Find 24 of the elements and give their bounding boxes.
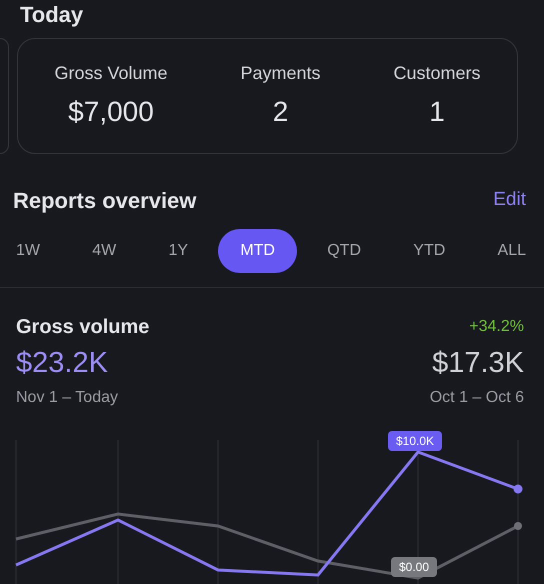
edit-link[interactable]: Edit: [493, 186, 526, 215]
date-range: Oct 1 – Oct 6: [430, 388, 524, 408]
date-range: Nov 1 – Today: [16, 388, 118, 408]
period-tab[interactable]: 4W: [70, 229, 138, 273]
period-tab[interactable]: QTD: [305, 229, 384, 273]
period-tab[interactable]: 1W: [0, 229, 62, 273]
change-percent: +34.2%: [469, 317, 524, 337]
stat-value: 2: [272, 94, 290, 128]
previous-total: $17.3K: [432, 346, 524, 381]
value-label: $0.00: [391, 556, 438, 576]
stat-label: Customers: [393, 62, 480, 84]
period-tab[interactable]: YTD: [391, 229, 468, 273]
stat-value: 1: [428, 94, 446, 128]
period-tab[interactable]: MTD: [218, 229, 297, 273]
period-tab[interactable]: ALL: [476, 229, 544, 273]
value-label: $10.0K: [388, 430, 442, 450]
period-tab[interactable]: 1Y: [146, 229, 210, 273]
stat-label: Gross Volume: [54, 62, 168, 84]
section-title: Today: [19, 1, 84, 29]
current-total: $23.2K: [16, 346, 108, 381]
chart-title: Gross volume: [16, 315, 150, 340]
stat-value: $7,000: [67, 94, 155, 128]
section-title: Reports overview: [13, 187, 196, 215]
stat-label: Payments: [240, 62, 321, 85]
